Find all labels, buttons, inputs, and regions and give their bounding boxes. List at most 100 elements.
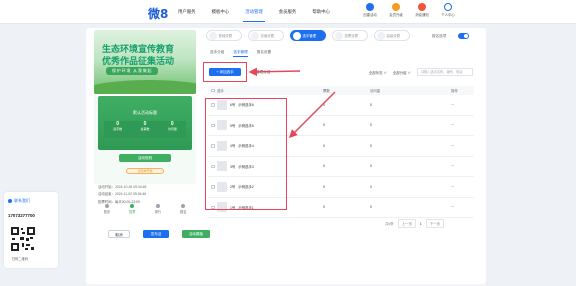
preview-tab-label: 投票 [129, 210, 136, 214]
event-header: 默认活动标题 0 选手数 0 总票数 0 访问量 [98, 96, 192, 150]
status-filter-select[interactable]: 全部状态 ∨ [369, 70, 387, 75]
stat-votes: 0 总票数 [140, 121, 149, 138]
nav-item-user-service[interactable]: 用户服务 [170, 7, 204, 17]
step-player-manage[interactable]: 选手管理 [290, 30, 326, 41]
notifications-label: 消息通知 [415, 13, 429, 17]
row-more-actions[interactable]: ··· [415, 123, 465, 127]
stat-label: 访问量 [167, 127, 177, 131]
player-search-input[interactable]: 请输入选手名称、编号、电话 [417, 68, 473, 76]
main-nav: 用户服务 模板中心 活动管理 会员服务 帮助中心 [170, 7, 338, 22]
create-icon [366, 3, 374, 11]
banner-title-line2: 优秀作品征集活动 [102, 56, 175, 66]
visit-count: 0 [370, 143, 372, 148]
next-page-button[interactable]: 下一页 [425, 219, 444, 228]
row-more-actions[interactable]: ··· [415, 185, 465, 189]
visit-count: 0 [370, 205, 372, 210]
row-more-actions[interactable]: ··· [415, 164, 465, 168]
step-label: 选手管理 [302, 34, 317, 38]
col-header-visits: 访问量 [370, 89, 381, 93]
top-actions: 创建活动 会员升级 消息通知 个人中心 [360, 3, 458, 17]
prev-page-button[interactable]: 上一页 [397, 219, 416, 228]
editor-actions: 取消 发布活动 活动模板 [108, 230, 210, 244]
col-header-player: 选手 [217, 89, 224, 93]
row-more-actions[interactable]: ··· [415, 205, 465, 209]
member-upgrade-button[interactable]: 会员升级 [386, 3, 406, 17]
manage-groups-link[interactable]: 管理分组 [256, 70, 270, 75]
row-more-actions[interactable]: ··· [415, 103, 465, 107]
step-basic-settings[interactable]: 基础设置 [206, 30, 242, 41]
banner-tagline: 保护环境 从我做起 [106, 67, 159, 75]
stat-label: 总票数 [140, 127, 150, 131]
logo[interactable]: 微8 [148, 5, 168, 22]
activity-rules-button[interactable]: 活动规则 [119, 154, 171, 162]
top-bar: 微8 用户服务 模板中心 活动管理 会员服务 帮助中心 创建活动 会员升级 消息… [0, 0, 576, 24]
preview-tab-label: 首页 [103, 210, 110, 214]
visit-count: 0 [370, 184, 372, 189]
table-header: 选手 票数 访问量 操作 [208, 86, 474, 95]
row-more-actions[interactable]: ··· [415, 144, 465, 148]
step-label: 投票设置 [344, 34, 359, 38]
col-header-actions: 操作 [451, 89, 458, 93]
publish-button[interactable]: 发布活动 [143, 230, 169, 244]
step-dot [208, 31, 217, 40]
notifications-button[interactable]: 消息通知 [412, 3, 432, 17]
contact-title: 联系我们 [14, 198, 30, 203]
current-page[interactable]: 1 [420, 222, 422, 226]
col-header-votes: 票数 [323, 89, 330, 93]
end-time: 活动结束：2024-11-02 09:34:46 [98, 192, 147, 197]
tab-player-manage[interactable]: 选手管理 [233, 50, 248, 57]
total-count: 共6条 [385, 222, 394, 226]
tab-player-groups[interactable]: 选手分组 [210, 50, 224, 57]
select-all-cell[interactable] [208, 88, 217, 93]
step-page-settings[interactable]: 页面设置 [248, 30, 284, 41]
step-advanced-settings[interactable]: 高级设置 [374, 30, 410, 41]
save-template-button[interactable]: 活动模板 [182, 230, 210, 238]
qr-label: 扫码二维码 [12, 257, 28, 261]
preview-bottom-tabs: 首页 投票 排行 报名 [94, 204, 196, 214]
highlight-box-add-button [203, 62, 247, 82]
nav-item-activity-manage[interactable]: 活动管理 [237, 7, 271, 22]
bell-icon [418, 3, 426, 11]
create-activity-button[interactable]: 创建活动 [360, 3, 380, 17]
signup-icon [181, 204, 186, 208]
step-label: 高级设置 [386, 34, 401, 38]
signup-toggle[interactable] [458, 33, 469, 39]
member-upgrade-label: 会员升级 [389, 13, 403, 17]
step-dot [250, 31, 259, 40]
profile-button[interactable]: 个人中心 [438, 3, 458, 17]
stat-players: 0 选手数 [113, 121, 122, 138]
preview-tab-rank[interactable]: 排行 [155, 204, 161, 214]
vote-count: 0 [323, 164, 325, 169]
event-stats: 0 选手数 0 总票数 0 访问量 [104, 121, 186, 138]
contact-header[interactable]: 联系我们 [8, 198, 30, 204]
nav-item-member-service[interactable]: 会员服务 [271, 7, 305, 17]
select-all-checkbox[interactable] [211, 88, 215, 93]
signup-switch-label: 报名选项 [432, 34, 447, 38]
home-icon [104, 204, 109, 208]
start-time: 活动开始：2024-10-26 09:34:46 [98, 185, 147, 189]
step-vote-settings[interactable]: 投票设置 [332, 30, 368, 41]
vote-count: 0 [323, 143, 325, 148]
vote-count: 0 [323, 102, 325, 107]
activity-times: 活动开始：2024-10-26 09:34:46 活动结束：2024-11-02… [98, 184, 194, 206]
headset-icon [8, 199, 12, 203]
profile-label: 个人中心 [441, 13, 455, 17]
preview-tab-home[interactable]: 首页 [104, 204, 110, 214]
group-filter-select[interactable]: 全部分组 ∨ [393, 70, 411, 75]
preview-tab-signup[interactable]: 报名 [180, 204, 186, 214]
preview-tab-vote[interactable]: 投票 [129, 204, 135, 214]
preview-tab-label: 排行 [154, 210, 161, 214]
event-name: 默认活动标题 [133, 110, 157, 115]
stat-label: 选手数 [113, 127, 123, 131]
tab-signup-settings[interactable]: 报名设置 [257, 50, 271, 57]
vote-count: 0 [323, 205, 325, 210]
nav-item-templates[interactable]: 模板中心 [204, 7, 238, 17]
cancel-button[interactable]: 取消 [108, 230, 130, 238]
contact-phone: 17073277700 [8, 213, 35, 218]
banner-grass-decoration [94, 80, 196, 94]
vote-count: 0 [323, 123, 325, 128]
visit-count: 0 [370, 164, 372, 169]
step-dot [292, 31, 301, 40]
step-dot [376, 31, 385, 40]
nav-item-help[interactable]: 帮助中心 [304, 7, 338, 17]
